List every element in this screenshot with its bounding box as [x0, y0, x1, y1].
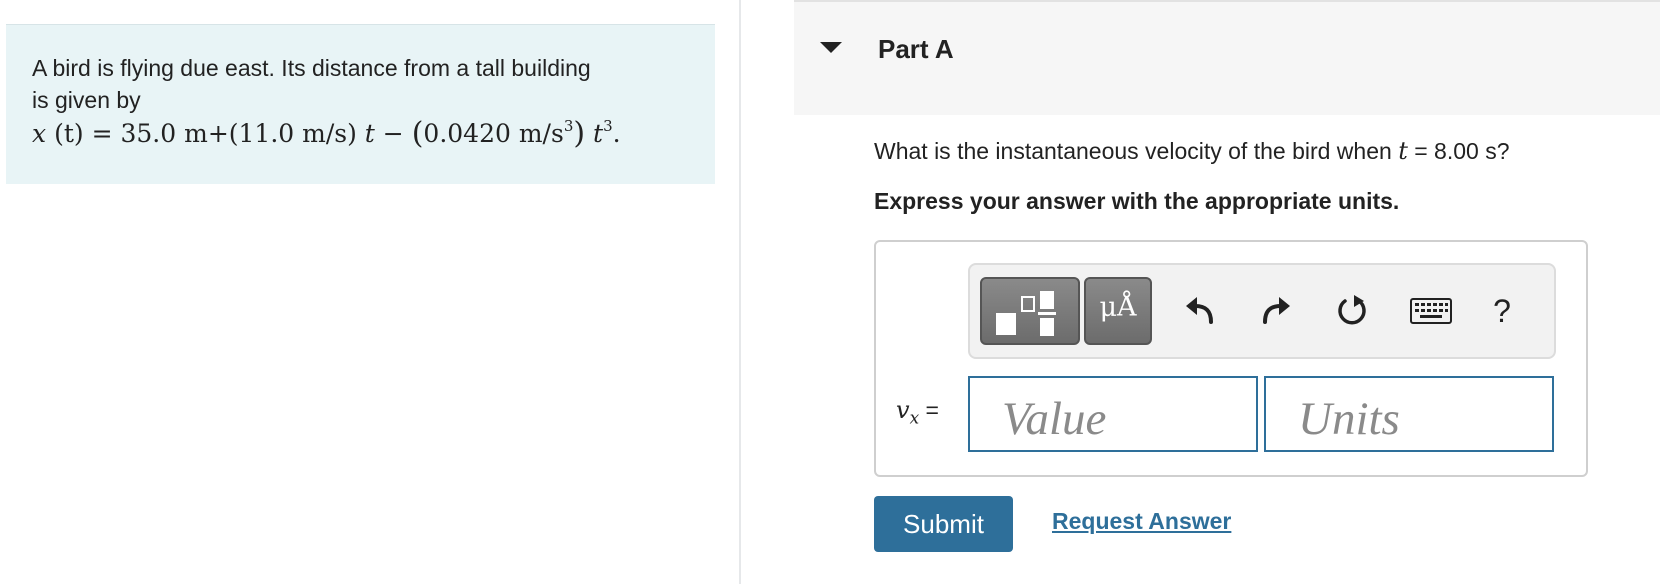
question-before: What is the instantaneous velocity of th… [874, 138, 1392, 164]
formula-eq: = [91, 119, 113, 148]
formula-term3-exponent: 3 [563, 117, 574, 135]
redo-button[interactable] [1256, 291, 1296, 331]
formula-term1: 35.0 m [120, 119, 208, 148]
submit-button[interactable]: Submit [874, 496, 1013, 552]
formula-period: . [612, 119, 621, 148]
column-divider [739, 0, 741, 584]
formula-t2-exponent: 3 [603, 117, 613, 135]
undo-icon [1186, 297, 1213, 324]
fraction-template-button[interactable] [980, 277, 1080, 345]
collapse-caret-icon[interactable] [820, 42, 842, 53]
units-icon: μÅ [1099, 292, 1137, 323]
redo-icon [1263, 297, 1290, 324]
answer-var: v [896, 396, 910, 424]
formula-term3: 0.0420 m/s [423, 119, 564, 148]
position-formula: x (t) = 35.0 m+(11.0 m/s) t − (0.0420 m/… [32, 117, 689, 151]
formula-plus: + [207, 119, 229, 148]
units-button[interactable]: μÅ [1084, 277, 1152, 345]
value-input[interactable] [968, 376, 1258, 452]
formula-t2: t [593, 119, 604, 148]
help-button[interactable]: ? [1482, 291, 1522, 331]
formula-t1: t [364, 119, 375, 148]
answer-eq: = [925, 397, 939, 423]
reset-button[interactable] [1332, 291, 1372, 331]
question-var: t [1398, 137, 1408, 165]
keyboard-button[interactable] [1406, 291, 1456, 331]
question-after: = 8.00 s? [1414, 138, 1510, 164]
question-text: What is the instantaneous velocity of th… [874, 136, 1510, 166]
math-toolbar: μÅ ? [968, 263, 1556, 359]
part-a-header[interactable]: Part A [794, 0, 1660, 115]
formula-open-paren: ( [411, 116, 424, 151]
part-title: Part A [878, 34, 954, 64]
reset-icon [1338, 295, 1366, 325]
formula-term2: (11.0 m/s) [228, 119, 357, 148]
problem-text-line-2: is given by [32, 87, 141, 113]
formula-close-paren: ) [573, 116, 586, 151]
undo-button[interactable] [1180, 291, 1220, 331]
answer-var-sub: x [909, 408, 920, 429]
problem-text-line-1: A bird is flying due east. Its distance … [32, 55, 591, 81]
formula-x: x [32, 119, 47, 148]
answer-instruction: Express your answer with the appropriate… [874, 188, 1400, 214]
answer-box: μÅ ? vx = Value Units [874, 240, 1588, 477]
units-input[interactable] [1264, 376, 1554, 452]
formula-minus: − [382, 119, 404, 148]
answer-variable-label: vx = [896, 396, 939, 429]
request-answer-link[interactable]: Request Answer [1052, 508, 1231, 535]
keyboard-icon [1410, 298, 1452, 324]
problem-statement: A bird is flying due east. Its distance … [6, 24, 715, 184]
help-icon: ? [1493, 292, 1511, 329]
fraction-template-icon [996, 291, 1056, 336]
formula-arg: (t) [54, 119, 84, 148]
